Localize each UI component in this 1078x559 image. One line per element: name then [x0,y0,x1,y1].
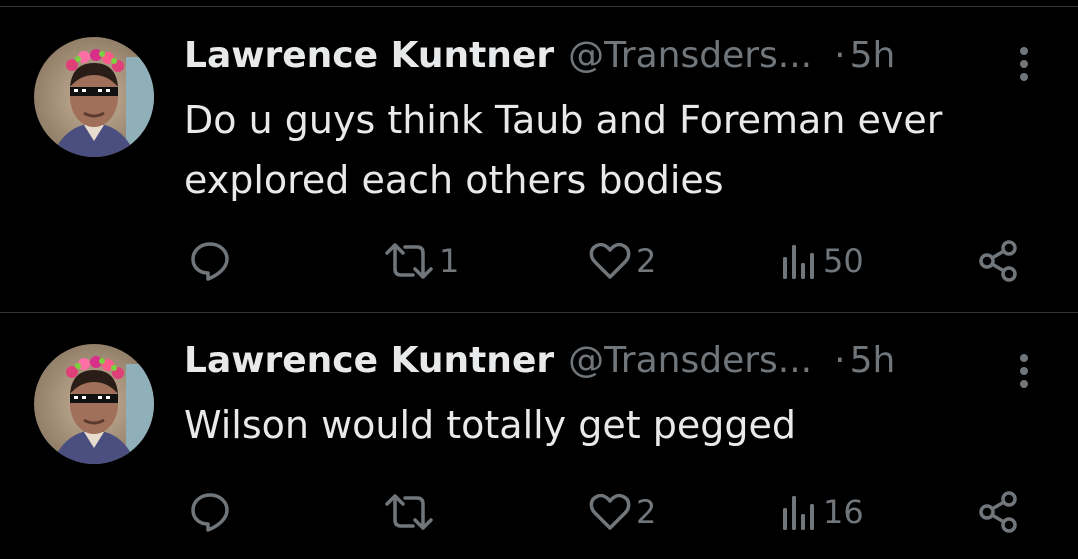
retweet-button[interactable] [383,490,439,534]
display-name[interactable]: Lawrence Kuntner [184,340,554,381]
tweet-header: Lawrence Kuntner @Transders... · 5h [184,340,1038,381]
views-icon [783,496,814,530]
separator-dot: · [834,340,846,381]
tweet-text: Do u guys think Taub and Foreman ever ex… [184,98,943,202]
share-button[interactable] [977,490,1021,534]
username-handle[interactable]: @Transders... [568,35,812,76]
reply-icon [191,493,229,532]
like-count: 2 [636,242,657,280]
view-count: 16 [823,493,864,531]
separator-dot: · [834,35,846,76]
timestamp[interactable]: 5h [850,340,896,381]
tweet[interactable]: Lawrence Kuntner @Transders... · 5h Do u… [0,7,1078,313]
tweet-header: Lawrence Kuntner @Transders... · 5h [184,35,1038,76]
views-button[interactable]: 16 [779,490,864,534]
like-button[interactable]: 2 [588,239,656,283]
views-icon [783,245,814,279]
reply-button[interactable] [188,239,232,283]
timestamp[interactable]: 5h [850,35,896,76]
reply-button[interactable] [188,490,232,534]
share-icon [979,491,1017,533]
retweet-icon [385,494,433,530]
avatar[interactable] [34,344,154,464]
retweet-count: 1 [439,242,460,280]
display-name[interactable]: Lawrence Kuntner [184,35,554,76]
like-count: 2 [636,493,657,531]
username-handle[interactable]: @Transders... [568,340,812,381]
avatar[interactable] [34,37,154,157]
more-icon[interactable] [1018,354,1030,393]
more-icon[interactable] [1018,47,1030,86]
reply-icon [191,242,229,281]
views-button[interactable]: 50 [779,239,864,283]
retweet-icon [385,243,433,279]
view-count: 50 [823,242,864,280]
tweet[interactable]: Lawrence Kuntner @Transders... · 5h Wils… [0,313,1078,559]
share-button[interactable] [977,239,1021,283]
action-bar: 2 16 [0,490,1078,534]
tweet-text: Wilson would totally get pegged [184,403,796,447]
like-button[interactable]: 2 [588,490,656,534]
retweet-button[interactable]: 1 [383,239,459,283]
like-icon [589,493,631,530]
like-icon [589,242,631,279]
action-bar: 1 2 50 [0,239,1078,283]
share-icon [979,240,1017,282]
